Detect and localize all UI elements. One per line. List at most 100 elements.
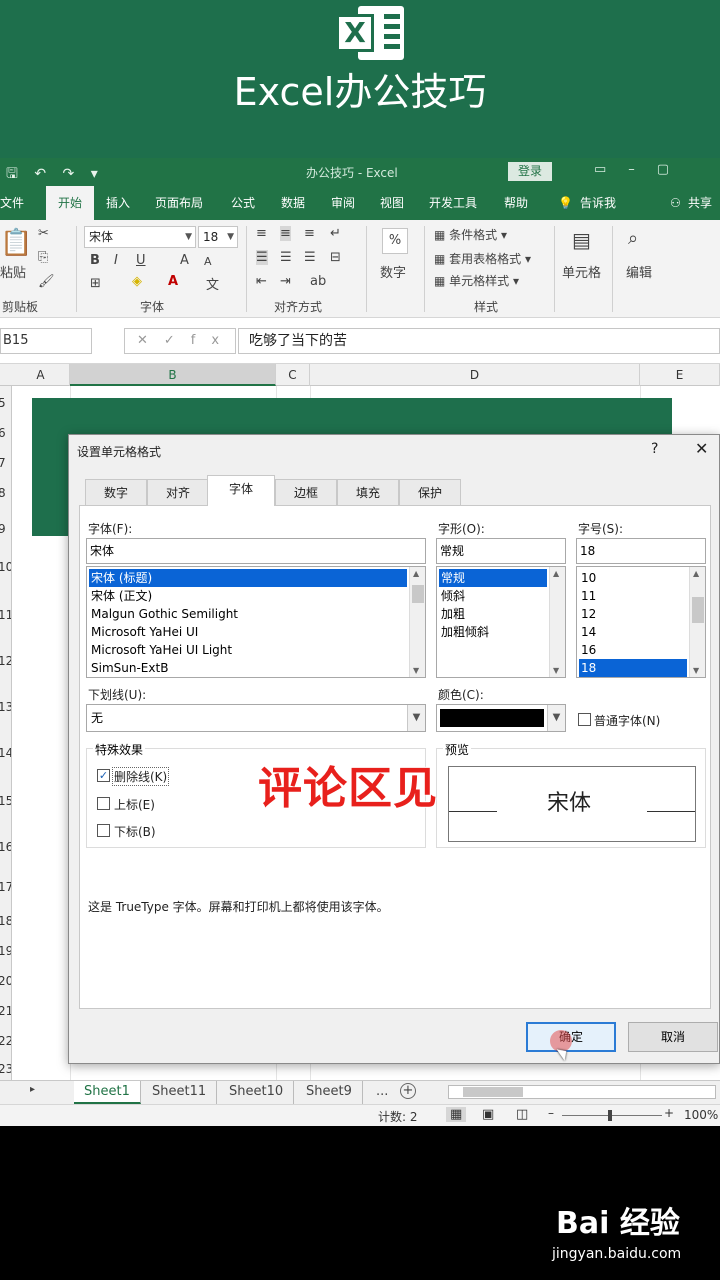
row-header[interactable]: 6 bbox=[0, 426, 6, 440]
font-name-select[interactable]: 宋体 ▼ bbox=[84, 226, 196, 248]
outdent-icon[interactable]: ⇥ bbox=[280, 274, 291, 289]
sheet-tab[interactable]: Sheet1 bbox=[74, 1081, 141, 1104]
merge-icon[interactable]: ⊟ bbox=[330, 250, 341, 265]
sheet-tab[interactable]: Sheet9 bbox=[296, 1081, 363, 1104]
column-header[interactable]: D bbox=[310, 364, 640, 386]
tab-help[interactable]: 帮助 bbox=[504, 186, 528, 220]
cut-icon[interactable]: ✂ bbox=[38, 226, 49, 241]
row-header[interactable]: 21 bbox=[0, 1004, 11, 1018]
subscript-checkbox[interactable] bbox=[97, 824, 110, 837]
row-header[interactable]: 19 bbox=[0, 944, 11, 958]
tell-me[interactable]: 告诉我 bbox=[580, 186, 616, 220]
row-header[interactable]: 8 bbox=[0, 486, 6, 500]
align-bottom-icon[interactable]: ≡ bbox=[304, 226, 315, 241]
more-sheets[interactable]: ... bbox=[366, 1081, 398, 1104]
close-button[interactable]: ✕ bbox=[695, 439, 708, 458]
zoom-level[interactable]: 100% bbox=[684, 1108, 718, 1122]
row-header[interactable]: 11 bbox=[0, 608, 11, 622]
align-center-icon[interactable]: ☰ bbox=[280, 250, 292, 265]
tab-number[interactable]: 数字 bbox=[85, 479, 147, 505]
grow-font-button[interactable]: A bbox=[180, 253, 189, 268]
zoom-out-icon[interactable]: – bbox=[548, 1106, 554, 1120]
row-header[interactable]: 15 bbox=[0, 794, 11, 808]
underline-select[interactable]: 无 ▼ bbox=[86, 704, 426, 732]
superscript-checkbox[interactable] bbox=[97, 797, 110, 810]
font-style-input[interactable]: 常规 bbox=[436, 538, 566, 564]
name-box[interactable]: B15 bbox=[0, 328, 92, 354]
font-list-scrollbar[interactable]: ▲ ▼ bbox=[409, 567, 425, 677]
list-item[interactable]: SimSun-ExtB bbox=[89, 659, 168, 677]
column-header[interactable]: A bbox=[12, 364, 70, 386]
row-header[interactable]: 9 bbox=[0, 522, 6, 536]
tab-alignment[interactable]: 对齐 bbox=[147, 479, 209, 505]
tab-home[interactable]: 开始 bbox=[46, 186, 95, 220]
orientation-icon[interactable]: ab bbox=[310, 274, 326, 289]
align-top-icon[interactable]: ≡ bbox=[256, 226, 267, 241]
list-item[interactable]: 倾斜 bbox=[439, 587, 465, 605]
column-header[interactable]: E bbox=[640, 364, 720, 386]
normal-view-icon[interactable]: ▦ bbox=[446, 1107, 467, 1122]
style-list-scrollbar[interactable]: ▲ ▼ bbox=[549, 567, 565, 677]
help-button[interactable]: ? bbox=[651, 441, 658, 457]
window-controls[interactable]: ▭–▢ bbox=[594, 162, 691, 177]
list-item[interactable]: 12 bbox=[579, 605, 596, 623]
horizontal-scrollbar[interactable] bbox=[448, 1085, 716, 1099]
tab-font[interactable]: 字体 bbox=[207, 475, 275, 506]
chevron-down-icon[interactable]: ▼ bbox=[407, 705, 425, 731]
cells-button[interactable]: 单元格 bbox=[562, 262, 601, 281]
scroll-sheets-icon[interactable]: ▸ bbox=[30, 1084, 35, 1095]
underline-button[interactable]: U bbox=[136, 253, 146, 268]
tab-developer[interactable]: 开发工具 bbox=[429, 186, 477, 220]
wrap-text-icon[interactable]: ↵ bbox=[330, 226, 341, 241]
row-header[interactable]: 5 bbox=[0, 396, 6, 410]
tab-view[interactable]: 视图 bbox=[380, 186, 404, 220]
shrink-font-button[interactable]: A bbox=[204, 255, 212, 268]
chevron-down-icon[interactable]: ▼ bbox=[547, 705, 565, 731]
format-as-table-button[interactable]: ▦ 套用表格格式 ▾ bbox=[434, 250, 531, 267]
page-break-view-icon[interactable]: ◫ bbox=[516, 1107, 528, 1122]
formula-input[interactable]: 吃够了当下的苦 bbox=[238, 328, 720, 354]
column-header[interactable]: C bbox=[276, 364, 310, 386]
share-button[interactable]: 共享 bbox=[688, 186, 712, 220]
editing-button[interactable]: 编辑 bbox=[626, 262, 652, 281]
paste-button[interactable]: 粘贴 bbox=[0, 262, 26, 281]
sheet-tab[interactable]: Sheet10 bbox=[219, 1081, 295, 1104]
font-name-input[interactable]: 宋体 bbox=[86, 538, 426, 564]
list-item[interactable]: Microsoft YaHei UI bbox=[89, 623, 198, 641]
strikethrough-checkbox[interactable]: ✓ bbox=[97, 769, 110, 782]
copy-icon[interactable]: ⎘ bbox=[38, 250, 48, 265]
color-select[interactable]: ▼ bbox=[436, 704, 566, 732]
conditional-format-button[interactable]: ▦ 条件格式 ▾ bbox=[434, 226, 507, 243]
quick-access-toolbar[interactable]: 🖫 ↶ ↷ ▾ bbox=[6, 163, 104, 187]
align-right-icon[interactable]: ☰ bbox=[304, 250, 316, 265]
formula-buttons[interactable]: ✕✓fx bbox=[124, 328, 236, 354]
row-header[interactable]: 14 bbox=[0, 746, 11, 760]
size-list-scrollbar[interactable]: ▲ ▼ bbox=[689, 567, 705, 677]
row-header[interactable]: 22 bbox=[0, 1034, 11, 1048]
list-item[interactable]: 宋体 (正文) bbox=[89, 587, 152, 605]
row-header[interactable]: 13 bbox=[0, 700, 11, 714]
list-item[interactable]: 常规 bbox=[439, 569, 547, 587]
login-button[interactable]: 登录 bbox=[508, 162, 552, 181]
tab-fill[interactable]: 填充 bbox=[337, 479, 399, 505]
indent-icon[interactable]: ⇤ bbox=[256, 274, 267, 289]
bold-button[interactable]: B bbox=[90, 253, 100, 268]
align-middle-icon[interactable]: ≡ bbox=[280, 226, 291, 241]
row-header[interactable]: 12 bbox=[0, 654, 11, 668]
list-item[interactable]: 加粗 bbox=[439, 605, 465, 623]
row-header[interactable]: 7 bbox=[0, 456, 6, 470]
row-header[interactable]: 18 bbox=[0, 914, 11, 928]
tab-page-layout[interactable]: 页面布局 bbox=[155, 186, 203, 220]
font-size-list[interactable]: 10 11 12 14 16 18 ▲ ▼ bbox=[576, 566, 706, 678]
row-header[interactable]: 17 bbox=[0, 880, 11, 894]
italic-button[interactable]: I bbox=[114, 253, 118, 268]
list-item[interactable]: Microsoft YaHei UI Light bbox=[89, 641, 232, 659]
cells-icon[interactable]: ▤ bbox=[572, 228, 591, 252]
paste-icon[interactable]: 📋 bbox=[0, 228, 32, 258]
normal-font-checkbox[interactable] bbox=[578, 713, 591, 726]
add-sheet-icon[interactable]: + bbox=[400, 1083, 416, 1099]
column-header[interactable]: B bbox=[70, 364, 276, 386]
list-item[interactable]: 14 bbox=[579, 623, 596, 641]
zoom-in-icon[interactable]: + bbox=[664, 1106, 674, 1120]
font-list[interactable]: 宋体 (标题) 宋体 (正文) Malgun Gothic Semilight … bbox=[86, 566, 426, 678]
